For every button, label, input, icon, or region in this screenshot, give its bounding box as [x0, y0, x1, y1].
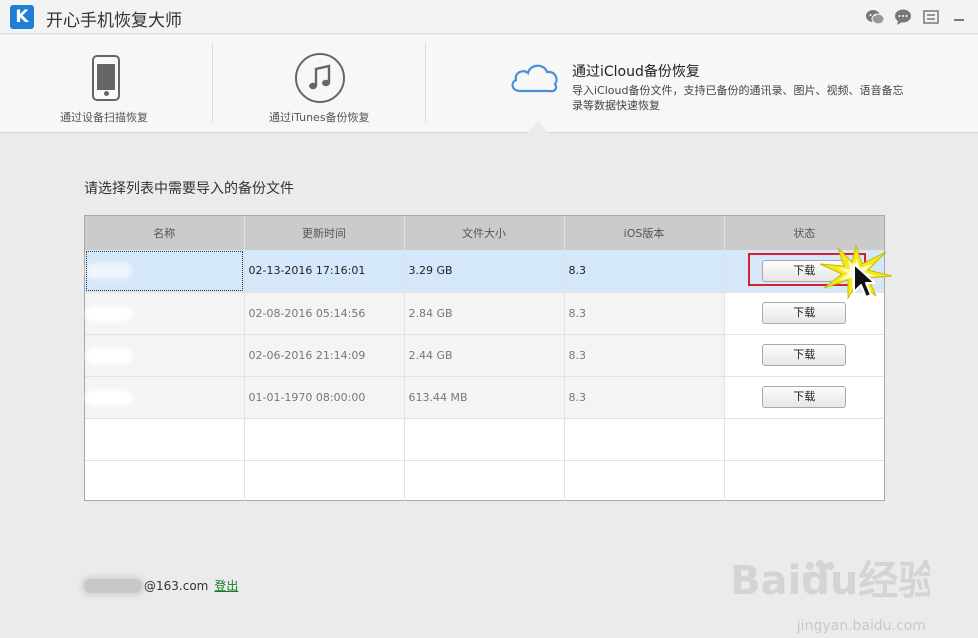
app-title: 开心手机恢复大师 [46, 11, 182, 31]
redacted-name [89, 266, 129, 277]
table-row-empty [85, 460, 884, 502]
icloud-mode-title: 通过iCloud备份恢复 [572, 64, 700, 80]
watermark-url: jingyan.baidu.com [796, 618, 926, 634]
baidu-jingyan-watermark: Baidu经验 [730, 558, 930, 604]
table-row[interactable]: 02-06-2016 21:14:09 2.44 GB 8.3 下载 [85, 334, 884, 377]
minimize-icon[interactable] [948, 6, 970, 28]
backup-name-cell [85, 334, 245, 377]
column-header-ios[interactable]: iOS版本 [564, 216, 725, 250]
app-logo: K [10, 5, 34, 29]
column-header-updated[interactable]: 更新时间 [244, 216, 405, 250]
size-cell: 3.29 GB [404, 250, 565, 293]
backup-name-cell [85, 250, 245, 293]
status-cell: 下载 [724, 376, 884, 419]
cursor-icon [853, 263, 876, 298]
ios-version-cell: 8.3 [564, 292, 725, 335]
mode-itunes-label: 通过iTunes备份恢复 [269, 111, 370, 124]
column-header-size[interactable]: 文件大小 [404, 216, 565, 250]
updated-cell: 02-06-2016 21:14:09 [244, 334, 405, 377]
ios-version-cell: 8.3 [564, 334, 725, 377]
size-cell: 613.44 MB [404, 376, 565, 419]
table-row[interactable]: 02-08-2016 05:14:56 2.84 GB 8.3 下载 [85, 292, 884, 335]
music-icon [295, 53, 345, 103]
redacted-name [89, 308, 129, 319]
ios-version-cell: 8.3 [564, 376, 725, 419]
updated-cell: 02-08-2016 05:14:56 [244, 292, 405, 335]
download-button[interactable]: 下载 [762, 344, 847, 366]
download-button[interactable]: 下载 [762, 386, 847, 408]
account-info: @163.com 登出 [84, 577, 238, 594]
table-row[interactable]: 01-01-1970 08:00:00 613.44 MB 8.3 下载 [85, 376, 884, 419]
size-cell: 2.84 GB [404, 292, 565, 335]
table-header-row: 名称 更新时间 文件大小 iOS版本 状态 [85, 216, 884, 250]
table-row-empty [85, 418, 884, 461]
download-button[interactable]: 下载 [762, 302, 847, 324]
chat-icon[interactable] [892, 6, 914, 28]
updated-cell: 02-13-2016 17:16:01 [244, 250, 405, 293]
mode-device-label: 通过设备扫描恢复 [60, 111, 148, 124]
active-mode-pointer [528, 121, 548, 133]
status-cell: 下载 [724, 334, 884, 377]
updated-cell: 01-01-1970 08:00:00 [244, 376, 405, 419]
redacted-name [89, 392, 129, 403]
icloud-mode-description: 导入iCloud备份文件，支持已备份的通讯录、图片、视频、语音备忘录等数据快速恢… [572, 84, 904, 112]
wechat-icon[interactable] [864, 6, 886, 28]
phone-icon [92, 55, 120, 101]
title-bar: K 开心手机恢复大师 [0, 0, 978, 34]
redacted-email [84, 578, 142, 593]
ios-version-cell: 8.3 [564, 250, 725, 293]
menu-icon[interactable] [920, 6, 942, 28]
redacted-name [89, 350, 129, 361]
column-header-name[interactable]: 名称 [85, 216, 245, 250]
cloud-icon [508, 59, 560, 99]
mode-bar: 通过设备扫描恢复 通过iTunes备份恢复 通过iCloud备份恢复 导入iCl… [0, 35, 978, 133]
window-controls [864, 6, 970, 28]
backup-name-cell [85, 376, 245, 419]
logout-link[interactable]: 登出 [214, 577, 238, 594]
account-email-suffix: @163.com [144, 578, 209, 593]
mode-device-scan[interactable]: 通过设备扫描恢复 [0, 35, 212, 133]
backup-list-prompt: 请选择列表中需要导入的备份文件 [84, 181, 294, 197]
backup-name-cell [85, 292, 245, 335]
mode-itunes-backup[interactable]: 通过iTunes备份恢复 [213, 35, 425, 133]
mode-icloud-backup[interactable]: 通过iCloud备份恢复 导入iCloud备份文件，支持已备份的通讯录、图片、视… [426, 35, 978, 133]
size-cell: 2.44 GB [404, 334, 565, 377]
